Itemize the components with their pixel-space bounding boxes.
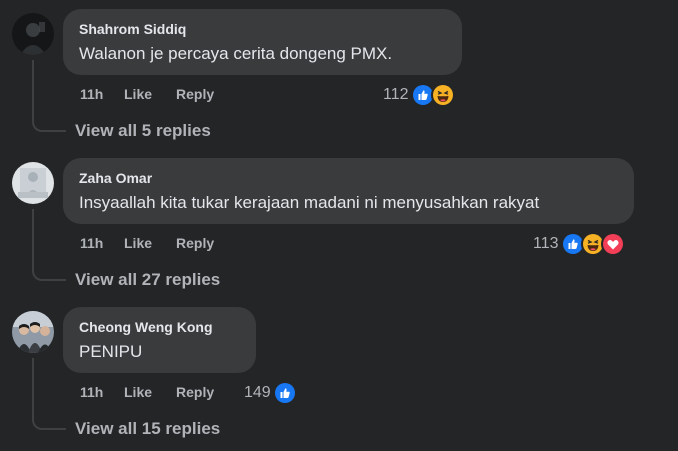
view-replies-link[interactable]: View all 15 replies: [75, 417, 220, 441]
thread-connector: [32, 209, 66, 281]
reaction-count: 149: [244, 384, 271, 401]
reply-button[interactable]: Reply: [176, 233, 214, 253]
comments-section: Shahrom Siddiq Walanon je percaya cerita…: [0, 0, 678, 451]
avatar[interactable]: [12, 162, 54, 204]
haha-icon: [430, 83, 455, 107]
reaction-count: 112: [383, 86, 409, 103]
reaction-summary[interactable]: 113: [533, 232, 625, 256]
thread-connector: [32, 358, 66, 430]
comment-bubble: Cheong Weng Kong PENIPU: [63, 307, 256, 373]
love-icon: [600, 232, 625, 256]
comment-author[interactable]: Zaha Omar: [79, 169, 618, 187]
reply-button[interactable]: Reply: [176, 382, 214, 402]
like-button[interactable]: Like: [124, 233, 152, 253]
reaction-summary[interactable]: 149: [244, 381, 297, 405]
avatar[interactable]: [12, 13, 54, 55]
comment-timestamp[interactable]: 11h: [80, 84, 103, 104]
like-button[interactable]: Like: [124, 84, 152, 104]
comment-text: PENIPU: [79, 342, 143, 361]
comment-timestamp[interactable]: 11h: [80, 233, 103, 253]
thread-connector: [32, 60, 66, 132]
comment-timestamp[interactable]: 11h: [80, 382, 103, 402]
comment-text: Walanon je percaya cerita dongeng PMX.: [79, 44, 393, 63]
avatar[interactable]: [12, 311, 54, 353]
view-replies-link[interactable]: View all 27 replies: [75, 268, 220, 292]
like-icon: [272, 381, 297, 405]
comment-author[interactable]: Shahrom Siddiq: [79, 20, 446, 38]
comment-bubble: Zaha Omar Insyaallah kita tukar kerajaan…: [63, 158, 634, 224]
reaction-summary[interactable]: 112: [383, 83, 455, 107]
view-replies-link[interactable]: View all 5 replies: [75, 119, 211, 143]
comment-author[interactable]: Cheong Weng Kong: [79, 318, 240, 336]
comment-bubble: Shahrom Siddiq Walanon je percaya cerita…: [63, 9, 462, 75]
reply-button[interactable]: Reply: [176, 84, 214, 104]
like-button[interactable]: Like: [124, 382, 152, 402]
reaction-count: 113: [533, 235, 559, 252]
comment-text: Insyaallah kita tukar kerajaan madani ni…: [79, 193, 540, 212]
